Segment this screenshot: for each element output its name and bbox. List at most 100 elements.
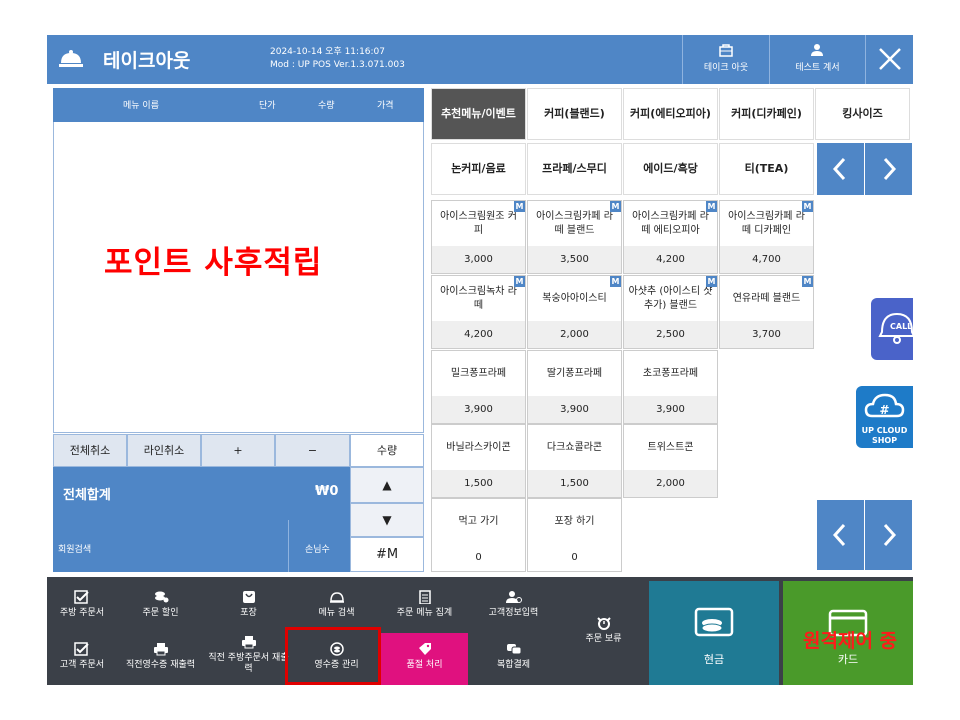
tag-icon: [418, 643, 431, 655]
scroll-down-button[interactable]: ▼: [350, 503, 424, 537]
m-badge: M: [610, 201, 621, 212]
cancel-all-button[interactable]: 전체취소: [53, 434, 127, 467]
reprint-kitchen-button[interactable]: 직전 주방주문서 재출력: [205, 633, 292, 685]
menu-item-name: 아이스크림카페 라떼 디카페인: [728, 210, 805, 236]
menu-item-price: 0: [432, 544, 525, 571]
menu-item[interactable]: 연유라떼 블랜드 3,700 M: [719, 275, 814, 349]
chevron-right-icon: [883, 157, 897, 181]
menu-item[interactable]: 딸기퐁프라페 3,900: [527, 350, 622, 424]
test-store-button[interactable]: 테스트 계서: [769, 35, 865, 84]
datetime-text: 2024-10-14 오후 11:16:07: [270, 47, 386, 57]
split-payment-button[interactable]: 복합결제: [470, 633, 557, 685]
remote-control-overlay: 원격제어 중: [803, 630, 898, 652]
takeout-button[interactable]: 테이크 아웃: [682, 35, 769, 84]
category-tab-coffee-blend[interactable]: 커피(블랜드): [527, 88, 622, 140]
menu-item-name: 연유라떼 블랜드: [732, 292, 801, 304]
order-menu-summary-label: 주문 메뉴 집계: [396, 608, 453, 618]
m-badge: M: [802, 276, 813, 287]
menu-item[interactable]: 밀크퐁프라페 3,900: [431, 350, 526, 424]
cloche-icon: [59, 50, 83, 67]
call-button[interactable]: CALL: [871, 298, 916, 360]
category-tab-coffee-decaf[interactable]: 커피(디카페인): [719, 88, 814, 140]
svg-text:#: #: [879, 403, 889, 417]
menu-item-price: 0: [528, 544, 621, 571]
checkbox-icon: [74, 590, 89, 604]
reprint-kitchen-label: 직전 주방주문서 재출력: [208, 653, 289, 674]
category-prev-button[interactable]: [817, 143, 864, 195]
category-tab-non-coffee[interactable]: 논커피/음료: [431, 143, 526, 195]
kitchen-order-button[interactable]: 주방 주문서: [52, 581, 112, 633]
quantity-button[interactable]: 수량: [350, 434, 424, 467]
menu-item-name: 복숭아아이스티: [542, 292, 607, 304]
cloud-hash-icon: #: [864, 393, 905, 418]
menu-item[interactable]: 아이스크림원조 커피 3,000 M: [431, 200, 526, 274]
menu-item-name: 밀크퐁프라페: [450, 367, 507, 379]
menu-search-label: 메뉴 검색: [318, 608, 355, 618]
cash-payment-button[interactable]: 현금: [649, 581, 779, 685]
menu-item[interactable]: 아이스크림카페 라떼 디카페인 4,700 M: [719, 200, 814, 274]
category-tab-coffee-ethiopia[interactable]: 커피(에티오피아): [623, 88, 718, 140]
menu-item[interactable]: 아이스크림카페 라떼 에티오피아 4,200 M: [623, 200, 718, 274]
menu-item-name: 초코퐁프라페: [642, 367, 699, 379]
scroll-up-button[interactable]: ▲: [350, 467, 424, 503]
menu-item-price: 3,700: [720, 321, 813, 348]
order-list-header: 메뉴 이름 단가 수량 가격: [53, 88, 424, 122]
user-add-icon: [505, 591, 522, 603]
category-tab-ade[interactable]: 에이드/흑당: [623, 143, 718, 195]
customer-order-button[interactable]: 고객 주문서: [52, 633, 112, 685]
plus-button[interactable]: +: [201, 434, 275, 467]
category-tab-frappe[interactable]: 프라페/스무디: [527, 143, 622, 195]
close-button[interactable]: [865, 35, 913, 84]
menu-item[interactable]: 복숭아아이스티 2,000 M: [527, 275, 622, 349]
order-hold-button[interactable]: 주문 보류: [560, 607, 647, 659]
order-menu-summary-button[interactable]: 주문 메뉴 집계: [381, 581, 468, 633]
category-tab-tea[interactable]: 티(TEA): [719, 143, 814, 195]
bag-icon: [719, 44, 733, 57]
alarm-clock-icon: [596, 617, 611, 630]
category-tab-recommend[interactable]: 추천메뉴/이벤트: [431, 88, 526, 140]
menu-item[interactable]: 다크쇼콜라콘 1,500: [527, 424, 622, 498]
category-tab-king-size[interactable]: 킹사이즈: [815, 88, 910, 140]
guest-count-button[interactable]: 손님수: [305, 542, 330, 555]
m-badge: M: [514, 276, 525, 287]
menu-item[interactable]: 아이스크림녹차 라떼 4,200 M: [431, 275, 526, 349]
menu-search-button[interactable]: 메뉴 검색: [293, 581, 380, 633]
clipboard-icon: [418, 590, 431, 604]
m-code-button[interactable]: #M: [350, 537, 424, 572]
member-search-button[interactable]: 회원검색: [58, 542, 91, 555]
menu-item-name: 아이스크림녹차 라떼: [440, 285, 517, 311]
order-discount-button[interactable]: 주문 할인: [117, 581, 204, 633]
menu-item-price: 3,900: [624, 396, 717, 423]
menu-item[interactable]: 바닐라스카이콘 1,500: [431, 424, 526, 498]
menu-item[interactable]: 아샷추 (아이스티 샷추가) 블랜드 2,500 M: [623, 275, 718, 349]
column-menu-name: 메뉴 이름: [123, 101, 159, 111]
menu-item[interactable]: 포장 하기 0: [527, 498, 622, 572]
customer-info-button[interactable]: 고객정보입력: [470, 581, 557, 633]
menu-item[interactable]: 먹고 가기 0: [431, 498, 526, 572]
up-cloud-shop-button[interactable]: # UP CLOUD SHOP: [856, 386, 913, 448]
category-next-button[interactable]: [865, 143, 912, 195]
bag-icon: [242, 591, 255, 603]
reprint-receipt-button[interactable]: 직전영수증 재출력: [117, 633, 204, 685]
sold-out-button[interactable]: 품절 처리: [381, 633, 468, 685]
menu-item-price: 3,900: [528, 396, 621, 423]
menu-item[interactable]: 아이스크림카페 라떼 블랜드 3,500 M: [527, 200, 622, 274]
menu-next-button[interactable]: [865, 500, 912, 570]
highlight-box: [285, 627, 381, 685]
menu-item-price: 3,500: [528, 246, 621, 273]
menu-item-price: 2,500: [624, 321, 717, 348]
version-text: Mod : UP POS Ver.1.3.071.003: [270, 60, 405, 70]
menu-prev-button[interactable]: [817, 500, 864, 570]
minus-button[interactable]: −: [275, 434, 350, 467]
menu-item[interactable]: 초코퐁프라페 3,900: [623, 350, 718, 424]
menu-item-name: 아이스크림카페 라떼 에티오피아: [632, 210, 709, 236]
cancel-line-button[interactable]: 라인취소: [127, 434, 201, 467]
customer-order-label: 고객 주문서: [59, 660, 105, 670]
chevron-right-icon: [883, 523, 897, 547]
packaging-button[interactable]: 포장: [205, 581, 292, 633]
reprint-receipt-label: 직전영수증 재출력: [125, 660, 196, 670]
menu-item-price: 3,000: [432, 246, 525, 273]
menu-item[interactable]: 트위스트콘 2,000: [623, 424, 718, 498]
card-payment-button[interactable]: 카드 원격제어 중: [783, 581, 913, 685]
page-title: 테이크아웃: [103, 50, 191, 72]
